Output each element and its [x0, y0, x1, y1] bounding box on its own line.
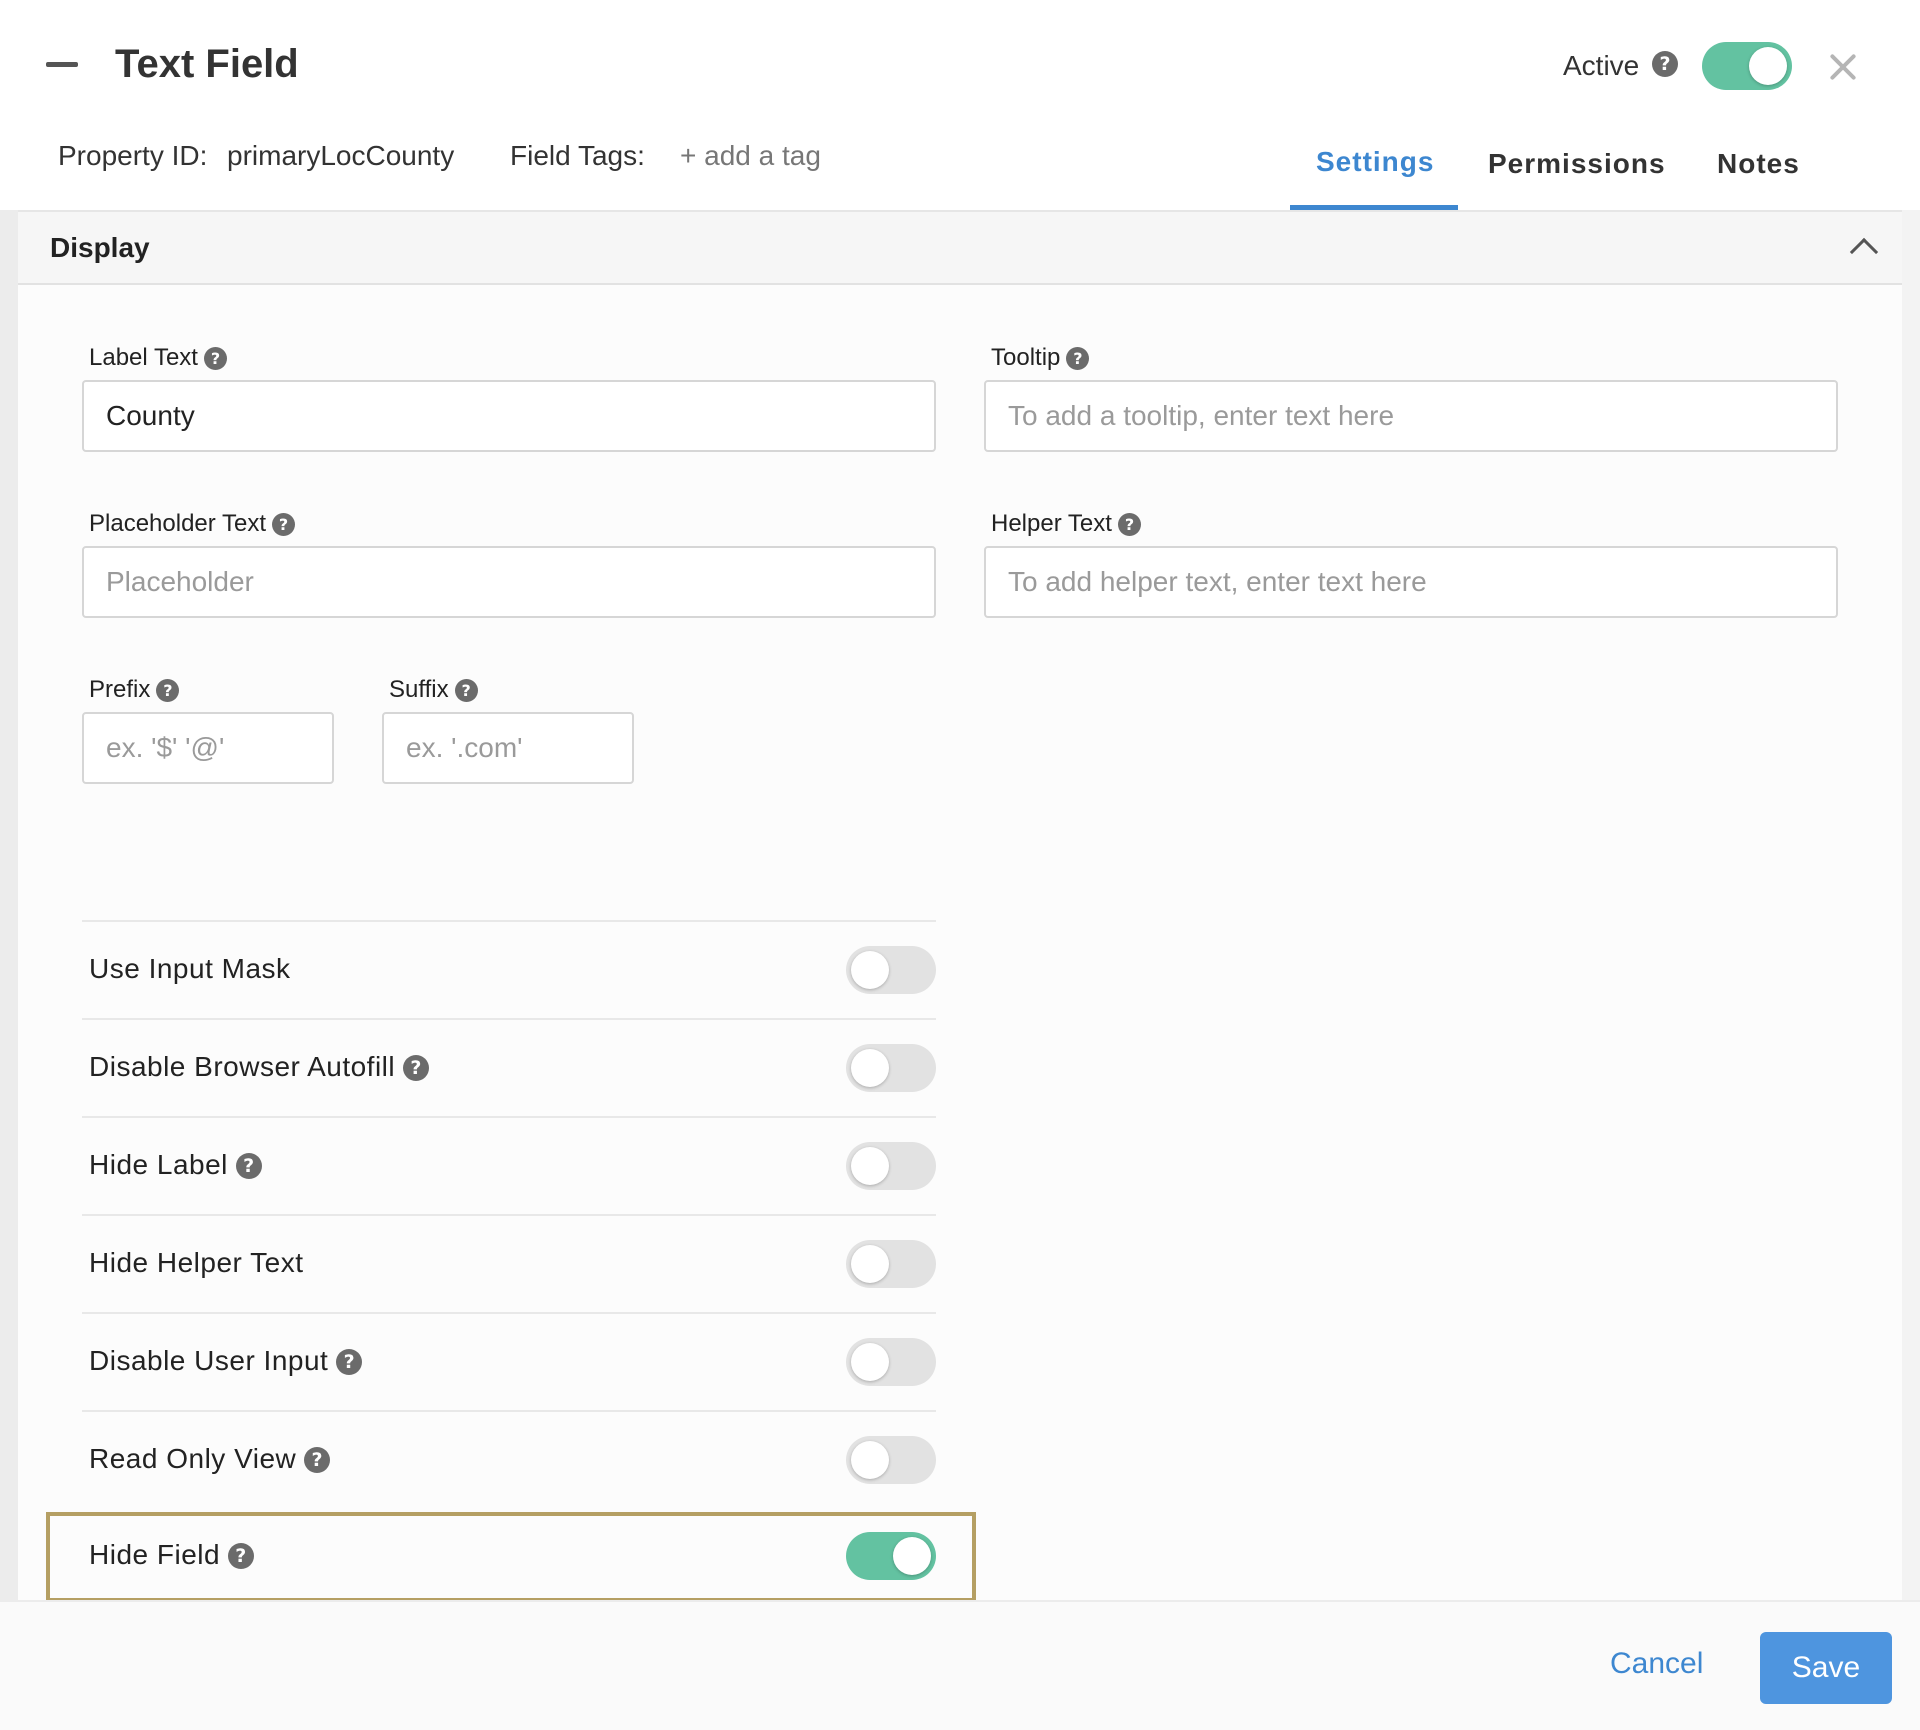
toggle-row-label-text: Read Only View: [89, 1443, 297, 1474]
toggle-row-label: Disable Browser Autofill?: [89, 1051, 430, 1083]
toggle-row-use-input-mask: Use Input Mask: [82, 920, 936, 1018]
hide-helper-text-toggle[interactable]: [846, 1240, 936, 1288]
prefix-input[interactable]: [82, 712, 334, 784]
property-id-label: Property ID:: [58, 140, 208, 171]
section-title: Display: [50, 232, 150, 263]
toggle-row-label: Disable User Input?: [89, 1345, 363, 1377]
toggle-knob: [851, 951, 889, 989]
tab-permissions[interactable]: Permissions: [1488, 148, 1666, 180]
modal-title: Text Field: [115, 42, 299, 86]
help-icon[interactable]: ?: [336, 1349, 363, 1375]
suffix-label: Suffix?: [389, 676, 478, 704]
chevron-up-icon[interactable]: [1849, 237, 1879, 267]
toggle-knob: [1749, 47, 1787, 85]
helper-text-label: Helper Text?: [991, 510, 1141, 538]
disable-user-input-toggle[interactable]: [846, 1338, 936, 1386]
property-id-value: primaryLocCounty: [227, 140, 455, 171]
modal-footer: Cancel Save: [0, 1600, 1920, 1730]
tab-notes[interactable]: Notes: [1717, 148, 1800, 180]
label-text-label: Label Text?: [89, 344, 227, 372]
read-only-view-toggle[interactable]: [846, 1436, 936, 1484]
tab-settings[interactable]: Settings: [1316, 146, 1434, 178]
tooltip-label: Tooltip?: [991, 344, 1090, 372]
toggle-row-label: Read Only View?: [89, 1443, 331, 1475]
toggle-row-label: Use Input Mask: [89, 953, 291, 985]
placeholder-text-label: Placeholder Text?: [89, 510, 295, 538]
suffix-label-text: Suffix: [389, 676, 449, 703]
help-icon[interactable]: ?: [156, 679, 180, 702]
toggle-knob: [851, 1441, 889, 1479]
cancel-button[interactable]: Cancel: [1610, 1647, 1703, 1681]
prefix-label: Prefix?: [89, 676, 180, 704]
toggle-knob: [851, 1245, 889, 1283]
toggle-row-read-only-view: Read Only View?: [82, 1410, 936, 1508]
toggle-knob: [851, 1049, 889, 1087]
help-icon[interactable]: ?: [1066, 347, 1090, 370]
prefix-label-text: Prefix: [89, 676, 151, 703]
modal-header: Text Field Active ? Property ID: primary…: [0, 0, 1920, 210]
toggle-knob: [851, 1147, 889, 1185]
toggle-row-label-text: Hide Label: [89, 1149, 228, 1180]
label-text-label-text: Label Text: [89, 344, 198, 371]
disable-browser-autofill-toggle[interactable]: [846, 1044, 936, 1092]
suffix-input[interactable]: [382, 712, 634, 784]
helper-text-input[interactable]: [984, 546, 1838, 618]
help-icon[interactable]: ?: [403, 1055, 430, 1081]
backdrop-edge: [0, 210, 18, 1600]
active-help-icon[interactable]: ?: [1652, 51, 1678, 77]
help-icon[interactable]: ?: [203, 347, 227, 370]
placeholder-text-input[interactable]: [82, 546, 936, 618]
hide-label-toggle[interactable]: [846, 1142, 936, 1190]
toggle-row-disable-user-input: Disable User Input?: [82, 1312, 936, 1410]
toggle-row-label: Hide Label?: [89, 1149, 262, 1181]
close-icon[interactable]: [1826, 50, 1860, 84]
use-input-mask-toggle[interactable]: [846, 946, 936, 994]
help-icon[interactable]: ?: [1117, 513, 1141, 536]
help-icon[interactable]: ?: [235, 1153, 262, 1179]
active-label: Active: [1563, 50, 1640, 81]
minus-icon[interactable]: [46, 62, 78, 67]
toggle-row-hide-label: Hide Label?: [82, 1116, 936, 1214]
add-tag-link[interactable]: + add a tag: [680, 140, 821, 172]
toggle-row-label-text: Disable User Input: [89, 1345, 329, 1376]
display-section-header[interactable]: Display: [18, 210, 1902, 285]
toggle-row-label-text: Use Input Mask: [89, 953, 291, 984]
label-text-input[interactable]: [82, 380, 936, 452]
placeholder-text-label-text: Placeholder Text: [89, 510, 266, 537]
toggle-row-label-text: Hide Helper Text: [89, 1247, 304, 1278]
active-toggle[interactable]: [1702, 42, 1792, 90]
tooltip-input[interactable]: [984, 380, 1838, 452]
toggle-row-label-text: Disable Browser Autofill: [89, 1051, 396, 1082]
toggle-row-label: Hide Helper Text: [89, 1247, 303, 1279]
help-icon[interactable]: ?: [454, 679, 478, 702]
field-tags-label: Field Tags:: [510, 140, 645, 171]
highlight-box: [46, 1512, 976, 1602]
tooltip-label-text: Tooltip: [991, 344, 1061, 371]
help-icon[interactable]: ?: [272, 513, 295, 536]
toggle-row-hide-helper-text: Hide Helper Text: [82, 1214, 936, 1312]
help-icon[interactable]: ?: [304, 1447, 331, 1473]
save-button[interactable]: Save: [1760, 1632, 1892, 1704]
backdrop-edge: [1902, 210, 1920, 1600]
toggle-row-disable-browser-autofill: Disable Browser Autofill?: [82, 1018, 936, 1116]
helper-text-label-text: Helper Text: [991, 510, 1112, 537]
toggle-knob: [851, 1343, 889, 1381]
